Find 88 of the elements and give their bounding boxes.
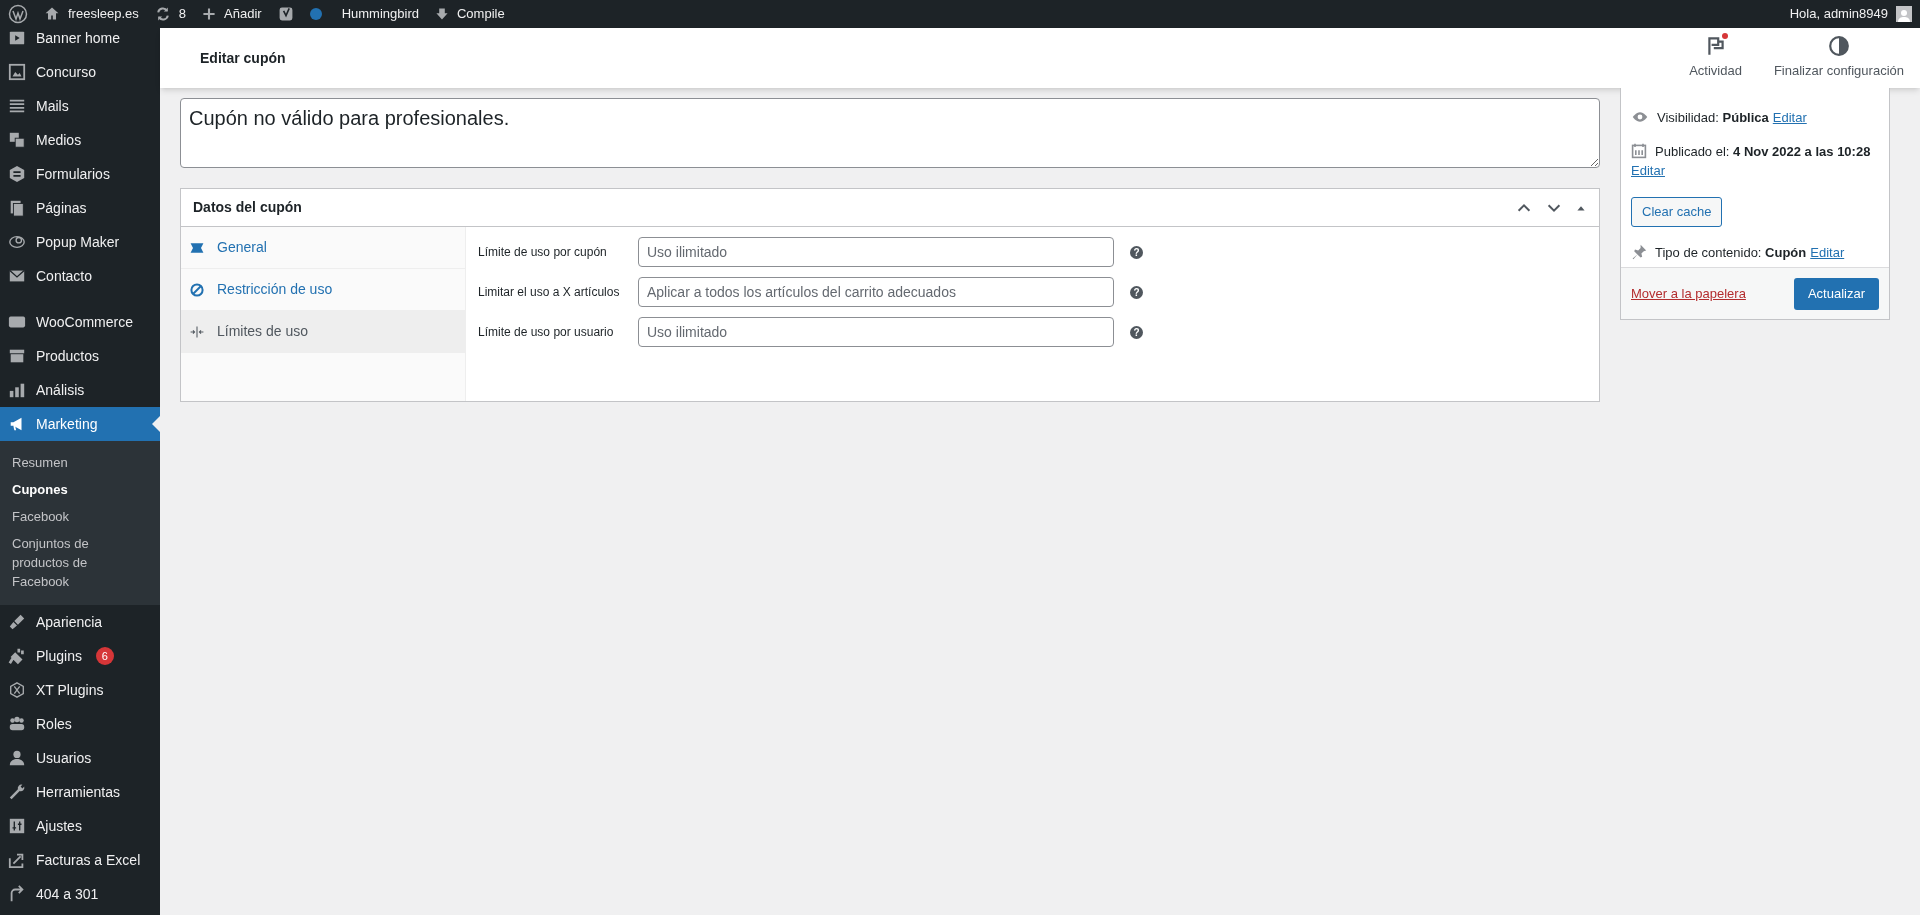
sidebar-item[interactable]: Marketing	[0, 407, 160, 441]
status-text: Publicado el: 4 Nov 2022 a las 10:28	[1655, 142, 1871, 161]
clear-cache-button[interactable]: Clear cache	[1631, 196, 1723, 227]
sidebar-item[interactable]: Páginas	[0, 191, 160, 225]
toolbar-link[interactable]: Hummingbird	[341, 4, 419, 24]
half-circle-icon	[1827, 35, 1850, 58]
edit-link[interactable]: Editar	[1631, 161, 1665, 181]
home-icon	[44, 6, 60, 22]
brush-icon	[8, 613, 26, 631]
bar-chart-icon	[8, 381, 26, 399]
sidebar-item[interactable]: XT Plugins	[0, 673, 160, 707]
sidebar-item[interactable]: Mails	[0, 89, 160, 123]
eye-icon	[1631, 109, 1649, 125]
sidebar-item[interactable]: Concurso	[0, 55, 160, 89]
sidebar-item[interactable]: Apariencia	[0, 605, 160, 639]
hexagon-icon	[8, 681, 26, 699]
sidebar-item[interactable]: Productos	[0, 339, 160, 373]
submenu-link[interactable]: Cupones	[0, 476, 160, 503]
number-input-field[interactable]: Uso ilimitado	[638, 317, 1114, 347]
refresh-icon	[154, 6, 171, 22]
panel-title: Datos del cupón	[193, 198, 302, 217]
submenu-link[interactable]: Facebook	[0, 503, 160, 530]
pages-icon	[8, 199, 26, 217]
field-label: Límite de uso por usuario	[478, 324, 615, 340]
field-label: Limitar el uso a X artículos	[478, 284, 621, 300]
calendar-icon	[1631, 142, 1647, 159]
sidebar-item[interactable]: Formularios	[0, 157, 160, 191]
help-tip[interactable]: ?	[1130, 245, 1143, 259]
image-icon	[8, 63, 26, 81]
sidebar-item[interactable]: Plugins 6	[0, 639, 160, 673]
help-tip[interactable]: ?	[1130, 325, 1143, 339]
sliders-icon	[8, 817, 26, 835]
coupon-tab[interactable]: Límites de uso	[181, 311, 465, 353]
trash-link[interactable]: Mover a la papelera	[1631, 283, 1746, 304]
status-text: Visibilidad: Pública	[1657, 109, 1769, 127]
help-tip[interactable]: ?	[1130, 285, 1143, 299]
toolbar-link[interactable]: 8	[178, 4, 187, 24]
edit-link[interactable]: Editar	[1810, 242, 1845, 262]
coupon-tab[interactable]: General	[181, 227, 465, 269]
header-action-button[interactable]: Finalizar configuración	[1765, 28, 1912, 88]
redirect-arrow-icon	[8, 885, 26, 903]
sidebar-item[interactable]: Medios	[0, 123, 160, 157]
sidebar-item[interactable]: Usuarios	[0, 741, 160, 775]
y-logo-icon	[277, 5, 294, 23]
sidebar-item[interactable]: Facturas a Excel	[0, 843, 160, 877]
people-icon	[8, 715, 26, 733]
menu-icon	[8, 97, 26, 115]
update-button[interactable]: Actualizar	[1793, 277, 1879, 310]
sidebar-item[interactable]: Banner home	[0, 28, 160, 55]
sidebar-item[interactable]: Ajustes	[0, 809, 160, 843]
user-icon	[8, 749, 26, 767]
menu-pointer-icon	[152, 416, 160, 432]
popup-icon	[8, 233, 26, 251]
download-arrow-icon	[434, 6, 449, 22]
sidebar-item[interactable]: Contacto	[0, 259, 160, 293]
sidebar-item[interactable]: 404 a 301	[0, 877, 160, 911]
plus-icon	[202, 7, 217, 21]
avatar-icon[interactable]	[1896, 6, 1912, 22]
count-badge: 6	[95, 647, 114, 665]
sidebar-item[interactable]: Roles	[0, 707, 160, 741]
submenu-link[interactable]: Conjuntos de productos de Facebook	[0, 530, 160, 595]
form-icon	[8, 165, 26, 183]
number-input-field[interactable]: Uso ilimitado	[638, 237, 1114, 267]
sidebar-item[interactable]: Análisis	[0, 373, 160, 407]
plug-icon	[8, 647, 26, 665]
edit-link[interactable]: Editar	[1772, 108, 1807, 128]
wordpress-logo-icon	[8, 4, 28, 24]
submenu-link[interactable]: Resumen	[0, 449, 160, 476]
sidebar-item[interactable]: Popup Maker	[0, 225, 160, 259]
greeting-text[interactable]: Hola, admin8949	[1789, 4, 1888, 24]
export-icon	[8, 851, 26, 869]
archive-icon	[8, 347, 26, 365]
wrench-icon	[8, 783, 26, 801]
media-icon	[8, 131, 26, 149]
description-textarea[interactable]: Cupón no válido para profesionales.	[180, 98, 1600, 168]
status-text: Tipo de contenido: Cupón	[1655, 243, 1807, 262]
sidebar-item[interactable]: WooCommerce	[0, 305, 160, 339]
limits-icon	[189, 323, 205, 340]
pushpin-icon	[1631, 243, 1647, 260]
toolbar-link[interactable]: Añadir	[224, 4, 262, 24]
toolbar-link[interactable]: Compile	[456, 4, 505, 24]
page-title: Editar cupón	[200, 48, 286, 68]
field-label: Límite de uso por cupón	[478, 244, 608, 260]
toolbar-link[interactable]: freesleep.es	[68, 4, 139, 24]
number-input-field[interactable]: Aplicar a todos los artículos del carrito adecuados	[638, 277, 1114, 307]
sidebar-item[interactable]: Herramientas	[0, 775, 160, 809]
prohibited-icon	[189, 281, 205, 298]
header-action-button[interactable]: Actividad	[1681, 28, 1750, 88]
